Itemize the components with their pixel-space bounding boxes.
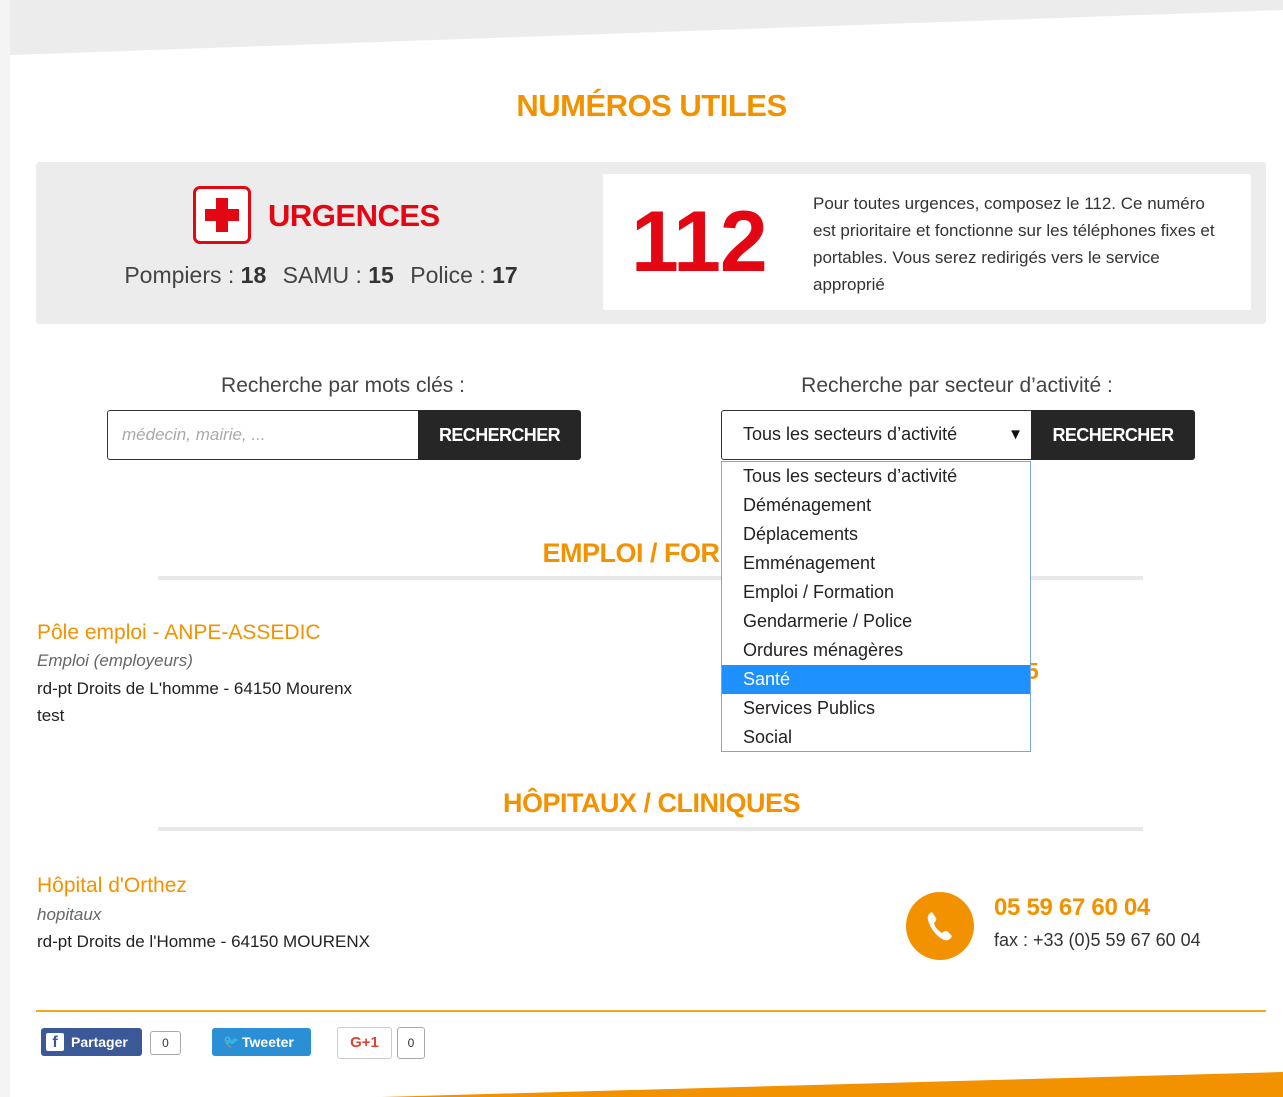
section-title-emploi: EMPLOI / FORMA — [542, 538, 762, 568]
top-decorative-band — [0, 0, 1283, 55]
footer-divider — [36, 1010, 1266, 1012]
facebook-share-count: 0 — [150, 1031, 181, 1055]
entry-category: Emploi (employeurs) — [37, 651, 193, 670]
keyword-search-input[interactable] — [107, 410, 419, 460]
sector-option-sante[interactable]: Santé — [722, 665, 1030, 694]
medical-cross-icon — [193, 186, 251, 244]
twitter-bird-icon: 🐦 — [223, 1034, 240, 1049]
sector-option-all[interactable]: Tous les secteurs d’activité — [722, 462, 1030, 491]
emergency-description: Pour toutes urgences, composez le 112. C… — [813, 194, 1215, 294]
sector-option-deplacements[interactable]: Déplacements — [722, 520, 1030, 549]
entry-name-pole-emploi[interactable]: Pôle emploi - ANPE-ASSEDIC — [37, 621, 321, 645]
sector-search-button[interactable]: RECHERCHER — [1031, 410, 1195, 460]
emergency-112-card: 112 Pour toutes urgences, composez le 11… — [603, 174, 1251, 310]
entry-name-hopital-orthez[interactable]: Hôpital d'Orthez — [37, 874, 187, 898]
sector-option-demenagement[interactable]: Déménagement — [722, 491, 1030, 520]
twitter-share-label: Tweeter — [242, 1034, 294, 1050]
entry-address: rd-pt Droits de L'homme - 64150 Mourenx — [37, 679, 353, 698]
entry-address: rd-pt Droits de l'Homme - 64150 MOURENX — [37, 932, 370, 951]
gplus-share-button[interactable]: G+1 — [337, 1027, 392, 1059]
urgences-title: URGENCES — [268, 198, 440, 233]
facebook-share-label: Partager — [71, 1034, 128, 1050]
sector-option-social[interactable]: Social — [722, 723, 1030, 752]
keyword-search-button[interactable]: RECHERCHER — [418, 410, 581, 460]
police-number: 17 — [492, 262, 518, 288]
gplus-share-count: 0 — [397, 1027, 425, 1059]
dropdown-arrow-icon: ▼ — [1008, 426, 1023, 443]
facebook-share-button[interactable]: f Partager — [41, 1028, 142, 1056]
urgences-summary: URGENCES Pompiers : 18 SAMU : 15 Police … — [36, 162, 606, 324]
page-title: NUMÉROS UTILES — [516, 88, 787, 123]
section-divider — [158, 827, 1143, 831]
emergency-numbers: Pompiers : 18 SAMU : 15 Police : 17 — [36, 262, 606, 289]
police-label: Police : — [410, 262, 486, 288]
section-title-hopitaux: HÔPITAUX / CLINIQUES — [502, 788, 801, 818]
entry-category: hopitaux — [37, 905, 102, 924]
sector-option-services-publics[interactable]: Services Publics — [722, 694, 1030, 723]
sector-dropdown-list: Tous les secteurs d’activité Déménagemen… — [721, 461, 1031, 752]
urgences-panel: URGENCES Pompiers : 18 SAMU : 15 Police … — [36, 162, 1266, 324]
entry-phone-number[interactable]: 05 59 67 60 04 — [994, 894, 1150, 922]
bottom-decorative-band — [380, 1072, 1283, 1097]
sector-search-label: Recherche par secteur d’activité : — [801, 374, 1113, 397]
samu-number: 15 — [368, 262, 394, 288]
pompiers-label: Pompiers : — [124, 262, 235, 288]
pompiers-number: 18 — [240, 262, 267, 288]
entry-fax: fax : +33 (0)5 59 67 60 04 — [994, 930, 1201, 950]
samu-label: SAMU : — [282, 262, 362, 288]
sector-select-value: Tous les secteurs d’activité — [743, 424, 958, 444]
sector-option-gendarmerie-police[interactable]: Gendarmerie / Police — [722, 607, 1030, 636]
facebook-icon: f — [46, 1033, 64, 1051]
emergency-number-112: 112 — [631, 194, 768, 290]
keyword-search-label: Recherche par mots clés : — [221, 374, 465, 397]
phone-icon — [906, 892, 974, 960]
sector-option-emmenagement[interactable]: Emménagement — [722, 549, 1030, 578]
twitter-share-button[interactable]: 🐦 Tweeter — [212, 1028, 311, 1056]
sector-option-emploi-formation[interactable]: Emploi / Formation — [722, 578, 1030, 607]
sector-option-ordures-menageres[interactable]: Ordures ménagères — [722, 636, 1030, 665]
sector-select[interactable]: Tous les secteurs d’activité ▼ — [721, 410, 1032, 460]
entry-note: test — [37, 706, 65, 725]
